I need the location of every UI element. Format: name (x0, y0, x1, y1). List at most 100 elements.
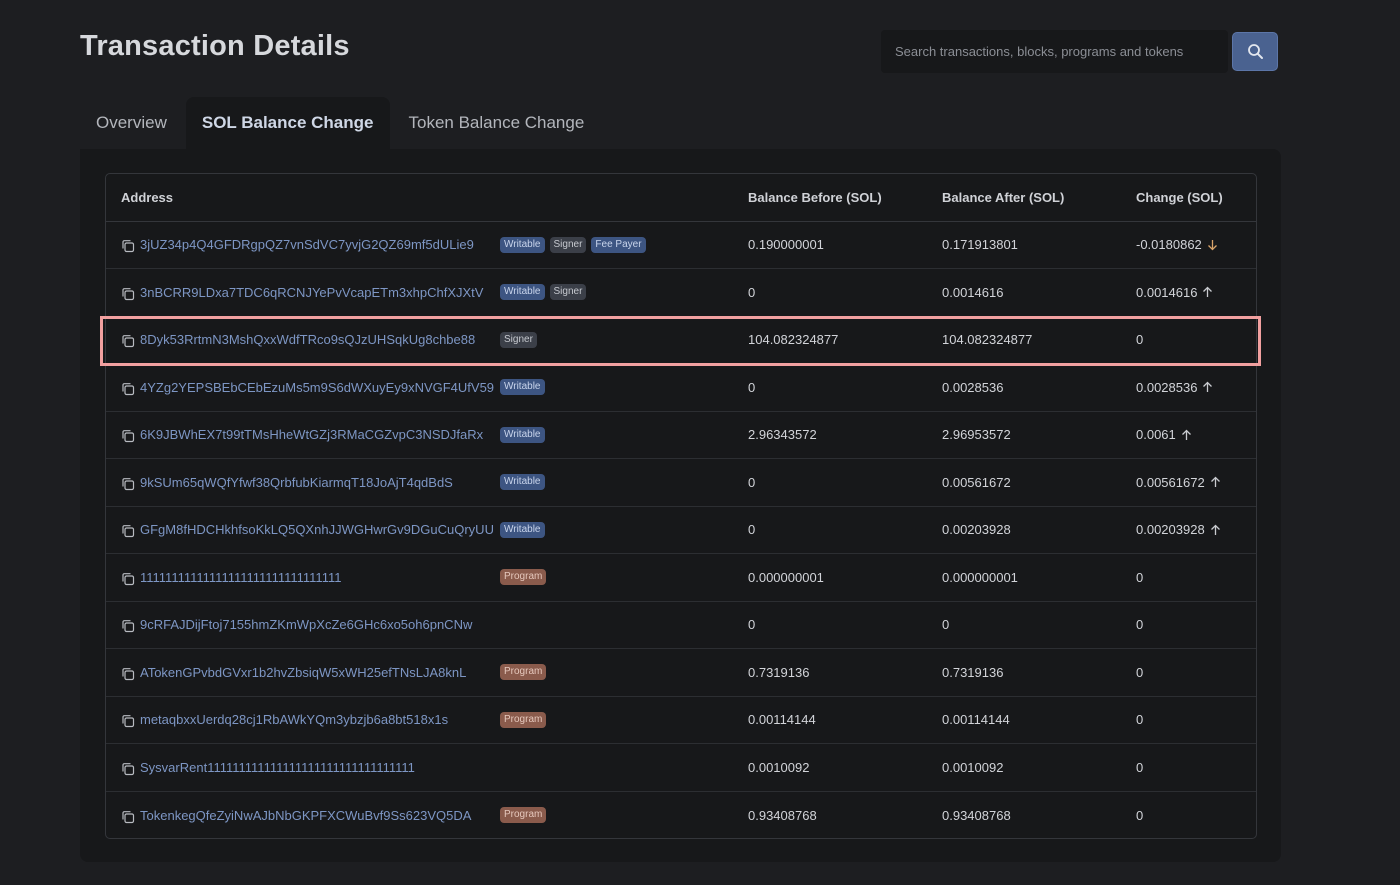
copy-icon[interactable] (121, 619, 135, 633)
address-cell: 11111111111111111111111111111111 Program (106, 553, 748, 602)
tab-token-balance-change[interactable]: Token Balance Change (393, 97, 601, 149)
table-row: 9kSUm65qWQfYfwf38QrbfubKiarmqT18JoAjT4qd… (106, 458, 1256, 507)
header-address: Address (106, 174, 748, 222)
table-row: SysvarRent111111111111111111111111111111… (106, 743, 1256, 792)
badge-writable: Writable (500, 474, 545, 491)
address-cell: GFgM8fHDCHkhfsoKkLQ5QXnhJJWGHwrGv9DGuCuQ… (106, 506, 748, 554)
copy-icon[interactable] (121, 477, 135, 491)
search-box (881, 30, 1228, 73)
badge-signer: Signer (549, 236, 587, 253)
address-link[interactable]: 9cRFAJDijFtoj7155hmZKmWpXcZe6GHc6xo5oh6p… (140, 617, 500, 632)
change-cell: 0.0014616 (1136, 268, 1256, 317)
address-link[interactable]: TokenkegQfeZyiNwAJbNbGKPFXCWuBvf9Ss623VQ… (140, 808, 500, 823)
arrow-up-icon (1210, 524, 1221, 536)
change-cell: 0 (1136, 553, 1256, 602)
table-header-row: Address Balance Before (SOL) Balance Aft… (106, 174, 1256, 222)
change-value: 0 (1136, 664, 1144, 680)
badge-group: Program (500, 807, 547, 823)
address-cell: 9kSUm65qWQfYfwf38QrbfubKiarmqT18JoAjT4qd… (106, 458, 748, 507)
badge-signer: Signer (500, 331, 537, 348)
address-cell: 3nBCRR9LDxa7TDC6qRCNJYePvVcapETm3xhpChfX… (106, 268, 748, 317)
address-link[interactable]: 11111111111111111111111111111111 (140, 570, 500, 585)
tab-sol-balance-change[interactable]: SOL Balance Change (185, 97, 390, 149)
balance-after-cell: 0 (942, 601, 1136, 649)
sol-balance-table: Address Balance Before (SOL) Balance Aft… (106, 174, 1256, 838)
badge-writable: Writable (500, 521, 545, 538)
address-cell: 9cRFAJDijFtoj7155hmZKmWpXcZe6GHc6xo5oh6p… (106, 601, 748, 649)
change-value: 0.00561672 (1136, 474, 1205, 490)
address-link[interactable]: 9kSUm65qWQfYfwf38QrbfubKiarmqT18JoAjT4qd… (140, 475, 500, 490)
search-input[interactable] (881, 30, 1228, 73)
address-link[interactable]: metaqbxxUerdq28cj1RbAWkYQm3ybzjb6a8bt518… (140, 712, 500, 727)
balance-before-cell: 0 (748, 363, 942, 412)
address-cell: 6K9JBWhEX7t99tTMsHheWtGZj3RMaCGZvpC3NSDJ… (106, 411, 748, 459)
address-link[interactable]: ATokenGPvbdGVxr1b2hvZbsiqW5xWH25efTNsLJA… (140, 665, 500, 680)
table-body: 3jUZ34p4Q4GFDRgpQZ7vnSdVC7yvjG2QZ69mf5dU… (106, 221, 1256, 838)
balance-after-cell: 0.00561672 (942, 458, 1136, 507)
change-value: 0 (1136, 759, 1144, 775)
copy-icon[interactable] (121, 239, 135, 253)
address-link[interactable]: 6K9JBWhEX7t99tTMsHheWtGZj3RMaCGZvpC3NSDJ… (140, 427, 500, 442)
change-cell: 0.0028536 (1136, 363, 1256, 412)
search-button[interactable] (1232, 32, 1278, 71)
balance-after-cell: 0.93408768 (942, 807, 1011, 823)
badge-writable: Writable (500, 236, 545, 253)
balance-before-cell: 104.082324877 (748, 316, 942, 364)
address-link[interactable]: 3jUZ34p4Q4GFDRgpQZ7vnSdVC7yvjG2QZ69mf5dU… (140, 237, 500, 252)
page-title: Transaction Details (80, 30, 350, 62)
change-cell: 0 (1136, 601, 1256, 649)
copy-icon[interactable] (121, 524, 135, 538)
copy-icon[interactable] (121, 429, 135, 443)
badge-writable: Writable (500, 426, 545, 443)
address-cell: 3jUZ34p4Q4GFDRgpQZ7vnSdVC7yvjG2QZ69mf5dU… (106, 221, 748, 269)
badge-program: Program (500, 711, 547, 728)
change-value: -0.0180862 (1136, 237, 1202, 253)
copy-icon[interactable] (121, 810, 135, 824)
badge-program: Program (500, 569, 547, 586)
address-link[interactable]: 8Dyk53RrtmN3MshQxxWdfTRco9sQJzUHSqkUg8ch… (140, 332, 500, 347)
badge-writable: Writable (500, 379, 545, 396)
balance-after-cell: 0.00114144 (942, 696, 1136, 744)
change-value: 0 (1136, 807, 1144, 823)
search-icon (1247, 43, 1264, 60)
table-row: 3nBCRR9LDxa7TDC6qRCNJYePvVcapETm3xhpChfX… (106, 268, 1256, 317)
header-balance-after: Balance After (SOL) (942, 174, 1136, 222)
copy-icon[interactable] (121, 762, 135, 776)
change-value: 0.00203928 (1136, 522, 1205, 538)
table-row: GFgM8fHDCHkhfsoKkLQ5QXnhJJWGHwrGv9DGuCuQ… (106, 506, 1256, 554)
copy-icon[interactable] (121, 334, 135, 348)
address-link[interactable]: GFgM8fHDCHkhfsoKkLQ5QXnhJJWGHwrGv9DGuCuQ… (140, 522, 500, 537)
address-cell: ATokenGPvbdGVxr1b2hvZbsiqW5xWH25efTNsLJA… (106, 648, 748, 697)
address-link[interactable]: 4YZg2YEPSBEbCEbEzuMs5m9S6dWXuyEy9xNVGF4U… (140, 380, 500, 395)
badge-group: Writable (500, 426, 545, 443)
table-row: 9cRFAJDijFtoj7155hmZKmWpXcZe6GHc6xo5oh6p… (106, 601, 1256, 649)
balance-before-cell: 0.93408768 (748, 807, 817, 823)
header-change: Change (SOL) (1136, 174, 1256, 222)
tab-overview[interactable]: Overview (80, 97, 183, 149)
balance-before-cell: 0.00114144 (748, 696, 942, 744)
change-cell: 0 (1136, 791, 1256, 838)
change-cell: 0 (1136, 316, 1256, 364)
badge-group: Writable (500, 379, 545, 396)
balance-before-cell: 0.7319136 (748, 648, 942, 697)
copy-icon[interactable] (121, 714, 135, 728)
change-value: 0 (1136, 712, 1144, 728)
copy-icon[interactable] (121, 572, 135, 586)
copy-icon[interactable] (121, 287, 135, 301)
balance-before-cell: 2.96343572 (748, 411, 942, 459)
change-value: 0 (1136, 332, 1144, 348)
table-row: 11111111111111111111111111111111 Program… (106, 553, 1256, 602)
copy-icon[interactable] (121, 382, 135, 396)
copy-icon[interactable] (121, 667, 135, 681)
arrow-up-icon (1202, 381, 1213, 393)
address-link[interactable]: 3nBCRR9LDxa7TDC6qRCNJYePvVcapETm3xhpChfX… (140, 285, 500, 300)
address-cell: 4YZg2YEPSBEbCEbEzuMs5m9S6dWXuyEy9xNVGF4U… (106, 363, 748, 412)
badge-group: Program (500, 711, 547, 728)
address-cell: 8Dyk53RrtmN3MshQxxWdfTRco9sQJzUHSqkUg8ch… (106, 316, 748, 364)
address-link[interactable]: SysvarRent111111111111111111111111111111… (140, 760, 500, 775)
change-cell: 0.0061 (1136, 411, 1256, 459)
address-cell: SysvarRent111111111111111111111111111111… (106, 743, 748, 792)
balance-after-cell: 0.000000001 (942, 553, 1136, 602)
badge-group: Signer (500, 331, 537, 348)
balance-after-cell: 0.171913801 (942, 221, 1136, 269)
